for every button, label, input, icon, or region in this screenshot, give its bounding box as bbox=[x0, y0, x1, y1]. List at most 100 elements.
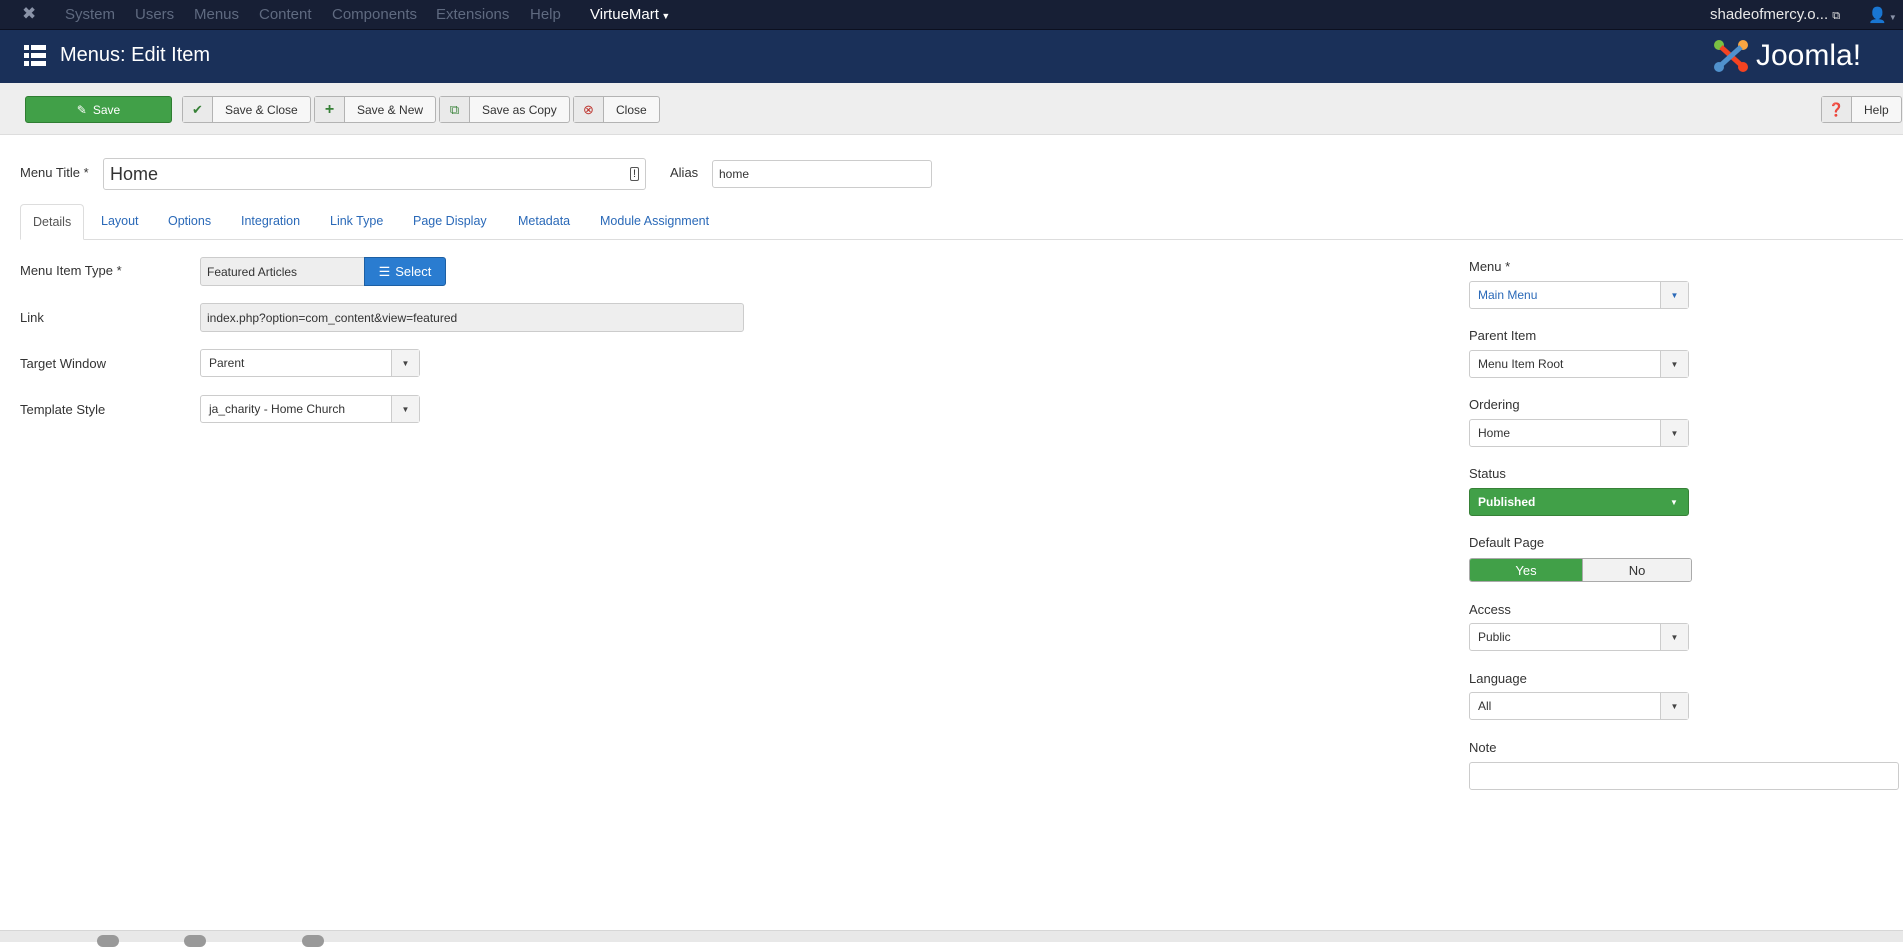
save-button[interactable]: ✎ Save bbox=[25, 96, 172, 123]
default-page-toggle: Yes No bbox=[1469, 558, 1692, 582]
save-copy-label: Save as Copy bbox=[482, 102, 557, 117]
tab-details[interactable]: Details bbox=[20, 204, 85, 240]
tab-metadata[interactable]: Metadata bbox=[506, 204, 582, 240]
help-label: Help bbox=[1864, 102, 1889, 117]
target-window-value: Parent bbox=[209, 356, 245, 370]
tab-integration[interactable]: Integration bbox=[229, 204, 312, 240]
site-name: shadeofmercy.o... bbox=[1710, 6, 1829, 23]
tab-page-display[interactable]: Page Display bbox=[401, 204, 499, 240]
check-icon: ✔ bbox=[183, 97, 213, 122]
question-icon: ❓ bbox=[1822, 97, 1852, 122]
list-icon: ☰ bbox=[378, 263, 391, 279]
caret-down-icon: ▼ bbox=[1670, 497, 1678, 507]
access-select[interactable]: Public ▼ bbox=[1469, 623, 1689, 651]
joomla-menu-icon[interactable]: ✖ bbox=[22, 4, 36, 24]
joomla-logo: Joomla! bbox=[1712, 38, 1861, 74]
view-site-link[interactable]: shadeofmercy.o... ⧉ bbox=[1710, 6, 1840, 23]
page-header: Menus: Edit Item Joomla! bbox=[0, 30, 1903, 83]
ordering-value: Home bbox=[1478, 426, 1511, 440]
menu-title-input[interactable]: Home! bbox=[103, 158, 646, 190]
access-value: Public bbox=[1478, 630, 1511, 644]
cancel-icon: ⊗ bbox=[574, 97, 604, 122]
target-window-select[interactable]: Parent ▼ bbox=[200, 349, 420, 377]
default-page-label: Default Page bbox=[1469, 535, 1545, 550]
edit-icon: ✎ bbox=[76, 102, 87, 117]
help-button[interactable]: ❓ Help bbox=[1821, 96, 1902, 123]
menu-title-label: Menu Title * bbox=[20, 165, 89, 180]
caret-down-icon: ▼ bbox=[391, 396, 419, 422]
status-value: Published bbox=[1478, 495, 1536, 509]
messages-badge bbox=[302, 935, 324, 947]
default-yes-button[interactable]: Yes bbox=[1470, 559, 1582, 581]
ordering-label: Ordering bbox=[1469, 397, 1520, 412]
note-input[interactable] bbox=[1469, 762, 1899, 790]
nav-extensions[interactable]: Extensions bbox=[436, 6, 509, 23]
menu-select[interactable]: Main Menu ▼ bbox=[1469, 281, 1689, 309]
nav-help[interactable]: Help bbox=[530, 6, 561, 23]
language-select[interactable]: All ▼ bbox=[1469, 692, 1689, 720]
nav-users[interactable]: Users bbox=[135, 6, 174, 23]
external-link-icon: ⧉ bbox=[1832, 10, 1841, 22]
save-new-label: Save & New bbox=[357, 102, 424, 117]
caret-down-icon: ▼ bbox=[1660, 351, 1688, 377]
menu-item-type-label: Menu Item Type * bbox=[20, 263, 122, 278]
alias-input[interactable]: home bbox=[712, 160, 932, 188]
list-icon bbox=[24, 45, 46, 66]
save-close-label: Save & Close bbox=[225, 102, 298, 117]
default-no-button[interactable]: No bbox=[1582, 559, 1691, 581]
tab-options[interactable]: Options bbox=[156, 204, 223, 240]
tab-module-assignment[interactable]: Module Assignment bbox=[588, 204, 721, 240]
status-bar bbox=[0, 930, 1903, 947]
menu-item-type-field: Featured Articles bbox=[200, 257, 366, 286]
page-title: Menus: Edit Item bbox=[60, 44, 211, 66]
ordering-select[interactable]: Home ▼ bbox=[1469, 419, 1689, 447]
select-label: Select bbox=[395, 264, 432, 279]
close-label: Close bbox=[616, 102, 647, 117]
save-close-button[interactable]: ✔ Save & Close bbox=[182, 96, 311, 123]
alias-value: home bbox=[719, 167, 750, 181]
menu-item-type-value: Featured Articles bbox=[207, 264, 298, 279]
language-label: Language bbox=[1469, 671, 1527, 686]
caret-down-icon: ▼ bbox=[391, 350, 419, 376]
user-menu-icon[interactable]: 👤 ▼ bbox=[1868, 6, 1897, 24]
admin-top-nav: ✖ System Users Menus Content Components … bbox=[0, 0, 1903, 30]
admins-badge bbox=[184, 935, 206, 947]
tab-layout[interactable]: Layout bbox=[89, 204, 151, 240]
caret-down-icon: ▼ bbox=[658, 11, 671, 21]
link-value: index.php?option=com_content&view=featur… bbox=[207, 310, 458, 325]
template-style-select[interactable]: ja_charity - Home Church ▼ bbox=[200, 395, 420, 423]
status-select[interactable]: Published ▼ bbox=[1469, 488, 1689, 516]
toolbar: ✎ Save ✔ Save & Close + Save & New ⧉ Save as… bbox=[0, 83, 1903, 135]
close-button[interactable]: ⊗ Close bbox=[573, 96, 660, 123]
save-label: Save bbox=[92, 102, 121, 117]
status-label: Status bbox=[1469, 466, 1506, 481]
plus-icon: + bbox=[315, 97, 345, 122]
save-copy-button[interactable]: ⧉ Save as Copy bbox=[439, 96, 570, 123]
caret-down-icon: ▼ bbox=[1660, 282, 1688, 308]
nav-system[interactable]: System bbox=[65, 6, 115, 23]
joomla-logo-icon bbox=[1714, 40, 1748, 72]
nav-components[interactable]: Components bbox=[332, 6, 417, 23]
parent-item-label: Parent Item bbox=[1469, 328, 1537, 343]
template-style-value: ja_charity - Home Church bbox=[209, 402, 346, 416]
caret-down-icon: ▼ bbox=[1660, 624, 1688, 650]
access-label: Access bbox=[1469, 602, 1511, 617]
nav-content[interactable]: Content bbox=[259, 6, 312, 23]
parent-item-select[interactable]: Menu Item Root ▼ bbox=[1469, 350, 1689, 378]
select-type-button[interactable]: ☰ Select bbox=[364, 257, 446, 286]
visitors-badge bbox=[97, 935, 119, 947]
target-window-label: Target Window bbox=[20, 356, 106, 371]
link-label: Link bbox=[20, 310, 44, 325]
menu-label: Menu * bbox=[1469, 259, 1511, 274]
caret-down-icon: ▼ bbox=[1660, 693, 1688, 719]
nav-menus[interactable]: Menus bbox=[194, 6, 239, 23]
caret-down-icon: ▼ bbox=[1660, 420, 1688, 446]
nav-virtuemart[interactable]: VirtueMart ▼ bbox=[590, 6, 670, 23]
link-field: index.php?option=com_content&view=featur… bbox=[200, 303, 744, 332]
tab-link-type[interactable]: Link Type bbox=[318, 204, 395, 240]
template-style-label: Template Style bbox=[20, 402, 106, 417]
alias-label: Alias bbox=[670, 165, 699, 180]
save-new-button[interactable]: + Save & New bbox=[314, 96, 437, 123]
nav-virtuemart-label: VirtueMart bbox=[590, 6, 659, 23]
lock-icon: ! bbox=[629, 167, 639, 181]
